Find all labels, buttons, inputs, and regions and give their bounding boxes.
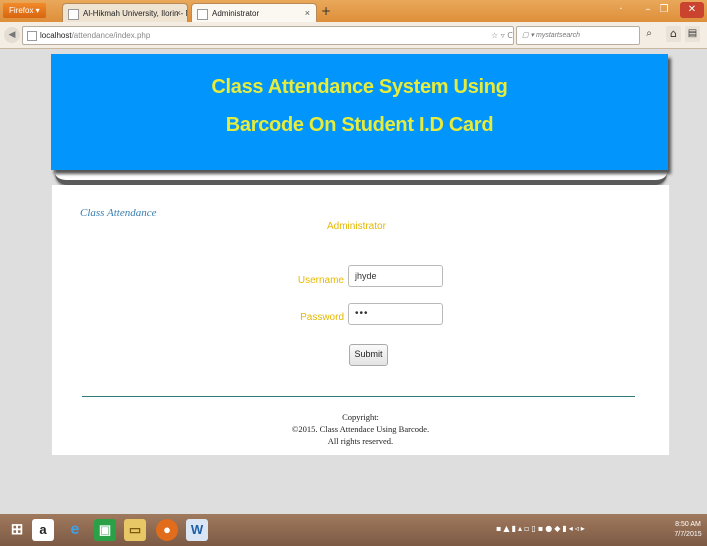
tab-label: Administrator (212, 9, 260, 18)
username-input[interactable]: jhyde (348, 265, 443, 287)
tab-administrator[interactable]: Administrator × (191, 3, 317, 22)
search-engine-name: mystartsearch (536, 32, 580, 39)
close-tab-icon[interactable]: × (176, 4, 181, 22)
back-arrow-icon[interactable]: ◀ (4, 27, 20, 43)
search-icon[interactable]: ⌕ (642, 27, 656, 41)
password-label: Password (300, 312, 344, 323)
system-tray-icons[interactable]: ▪▲▮▴▫▯▪●◆▮◂◃▸ (496, 524, 587, 533)
address-path: /attendance/index.php (71, 31, 151, 40)
window-dot-icon: · (619, 4, 623, 15)
address-text[interactable]: localhost/attendance/index.php (40, 27, 150, 44)
taskbar-clock[interactable]: 8:50 AM 7/7/2015 (670, 520, 706, 540)
firefox-icon[interactable]: ● (156, 519, 178, 541)
word-icon[interactable]: W (186, 519, 208, 541)
store-icon[interactable]: ▣ (94, 519, 116, 541)
minimize-button[interactable]: – (640, 2, 656, 18)
file-explorer-icon[interactable]: ▭ (124, 519, 146, 541)
bookmark-star-icon[interactable]: ☆ ▿ C (491, 27, 513, 44)
search-bar[interactable]: ▢ ▾ mystartsearch (516, 26, 640, 45)
tab-alhikmah[interactable]: Al-Hikmah University, Ilorin - Nigeria:.… (62, 3, 188, 22)
address-bar[interactable]: localhost/attendance/index.php ☆ ▿ C (22, 26, 514, 45)
internet-explorer-icon[interactable]: e (64, 519, 86, 541)
submit-button[interactable]: Submit (349, 344, 388, 366)
page-icon (68, 9, 79, 20)
banner-title-line2: Barcode On Student I.D Card (225, 114, 494, 136)
clock-time: 8:50 AM (675, 521, 701, 528)
firefox-menu-button[interactable]: Firefox ▾ (3, 3, 46, 18)
windows-taskbar: ⊞ a e ▣ ▭ ● W ▪▲▮▴▫▯▪●◆▮◂◃▸ 8:50 AM 7/7/… (0, 514, 707, 546)
footer-line2: ©2015. Class Attendace Using Barcode. (291, 424, 430, 434)
username-label: Username (297, 275, 344, 286)
menu-icon[interactable]: ▤ (685, 26, 700, 42)
maximize-button[interactable]: ❐ (656, 2, 672, 18)
windows-start-icon[interactable]: ⊞ (6, 519, 28, 541)
footer-line1: Copyright: (342, 412, 379, 422)
tab-label: Al-Hikmah University, Ilorin - Nigeria:.… (83, 9, 187, 18)
browser-navbar: ◀ localhost/attendance/index.php ☆ ▿ C ▢… (0, 22, 707, 49)
firefox-menu-label: Firefox (9, 6, 34, 15)
page-identity-icon[interactable] (27, 31, 37, 41)
amazon-icon[interactable]: a (32, 519, 54, 541)
close-window-button[interactable]: ✕ (680, 2, 704, 18)
class-attendance-link[interactable]: Class Attendance (80, 207, 156, 219)
footer: Copyright: ©2015. Class Attendace Using … (52, 411, 669, 447)
login-panel: Class Attendance Administrator Username … (51, 185, 670, 455)
page-icon (197, 9, 208, 20)
search-engine-label: ▢ ▾ mystartsearch (522, 32, 580, 39)
header-banner: Class Attendance System Using Barcode On… (51, 54, 668, 170)
banner-underline (55, 168, 667, 185)
footer-divider (82, 396, 635, 397)
form-heading: Administrator (327, 221, 386, 232)
new-tab-button[interactable]: + (319, 4, 333, 19)
password-input[interactable]: ••• (348, 303, 443, 325)
browser-titlebar: Firefox ▾ Al-Hikmah University, Ilorin -… (0, 0, 707, 22)
close-tab-icon[interactable]: × (305, 4, 310, 22)
banner-title-line1: Class Attendance System Using (211, 76, 508, 98)
clock-date: 7/7/2015 (674, 531, 702, 538)
footer-line3: All rights reserved. (327, 436, 394, 446)
address-host: localhost (40, 31, 72, 40)
home-icon[interactable]: ⌂ (666, 26, 681, 42)
